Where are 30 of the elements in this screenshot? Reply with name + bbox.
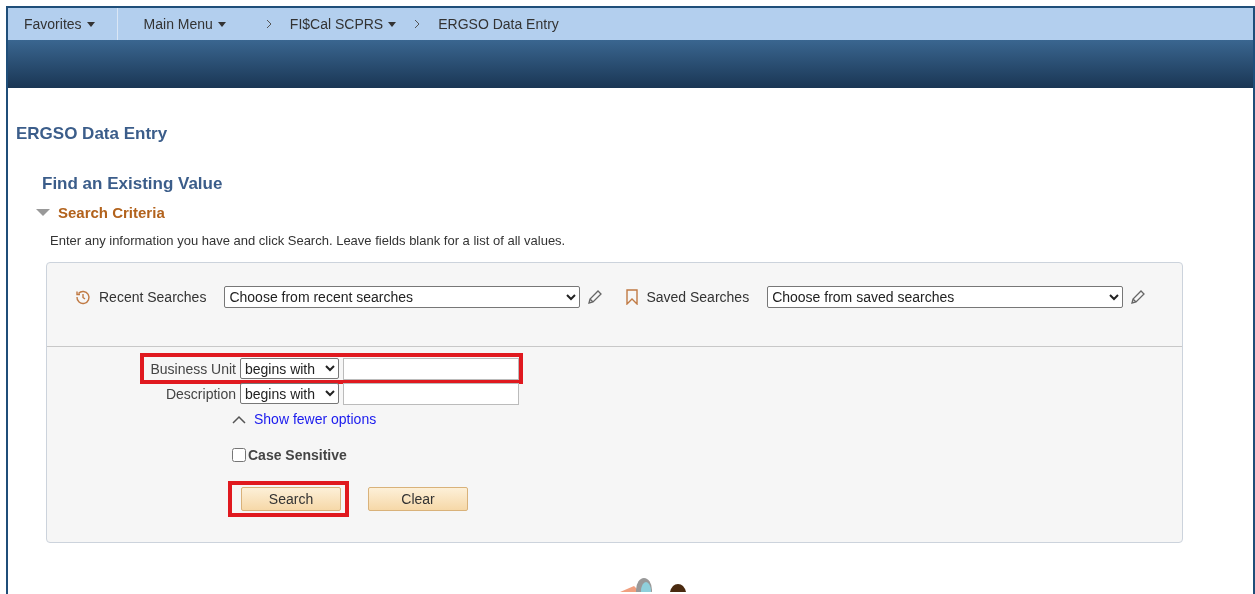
action-button[interactable]: Clear — [368, 487, 468, 511]
checkbox-label: Case Sensitive — [248, 447, 347, 463]
main-menu[interactable]: Main Menu — [143, 16, 226, 32]
action-button[interactable]: Search — [241, 487, 341, 511]
breadcrumb-link[interactable]: ERGSO Data Entry — [438, 16, 559, 32]
page-title: ERGSO Data Entry — [16, 123, 169, 144]
recent-searches-dropdown[interactable]: Choose from recent searches — [224, 286, 581, 308]
chevron-right-icon — [414, 19, 421, 29]
breadcrumb-link[interactable]: FI$Cal SCPRS — [289, 16, 397, 32]
instruction-text: Enter any information you have and click Search. Leave fields blank for a list of all values. — [50, 233, 567, 248]
input-field[interactable] — [343, 357, 519, 380]
recent-searches-label: Recent Searches — [99, 289, 207, 305]
saved-searches-dropdown[interactable]: Choose from saved searches — [767, 286, 1124, 308]
history-icon — [75, 289, 91, 305]
bookmark-icon — [626, 289, 639, 305]
chevron-up-icon — [232, 414, 246, 424]
saved-searches-label: Saved Searches — [646, 289, 750, 305]
checkbox[interactable] — [232, 448, 246, 462]
pencil-icon[interactable] — [1129, 288, 1146, 306]
favorites-menu[interactable]: Favorites — [24, 16, 95, 32]
search-criteria-toggle[interactable]: Search Criteria — [36, 204, 165, 221]
show-fewer-options-link[interactable]: Show fewer options — [254, 411, 377, 427]
operator-dropdown[interactable]: begins with — [240, 358, 339, 379]
field-label: Business Unit — [149, 360, 236, 377]
field-label: Description — [164, 385, 236, 402]
input-field[interactable] — [343, 382, 519, 405]
section-heading: Find an Existing Value — [42, 174, 224, 194]
chevron-right-icon — [265, 19, 272, 29]
operator-dropdown[interactable]: begins with — [240, 383, 339, 404]
pencil-icon[interactable] — [586, 288, 603, 306]
